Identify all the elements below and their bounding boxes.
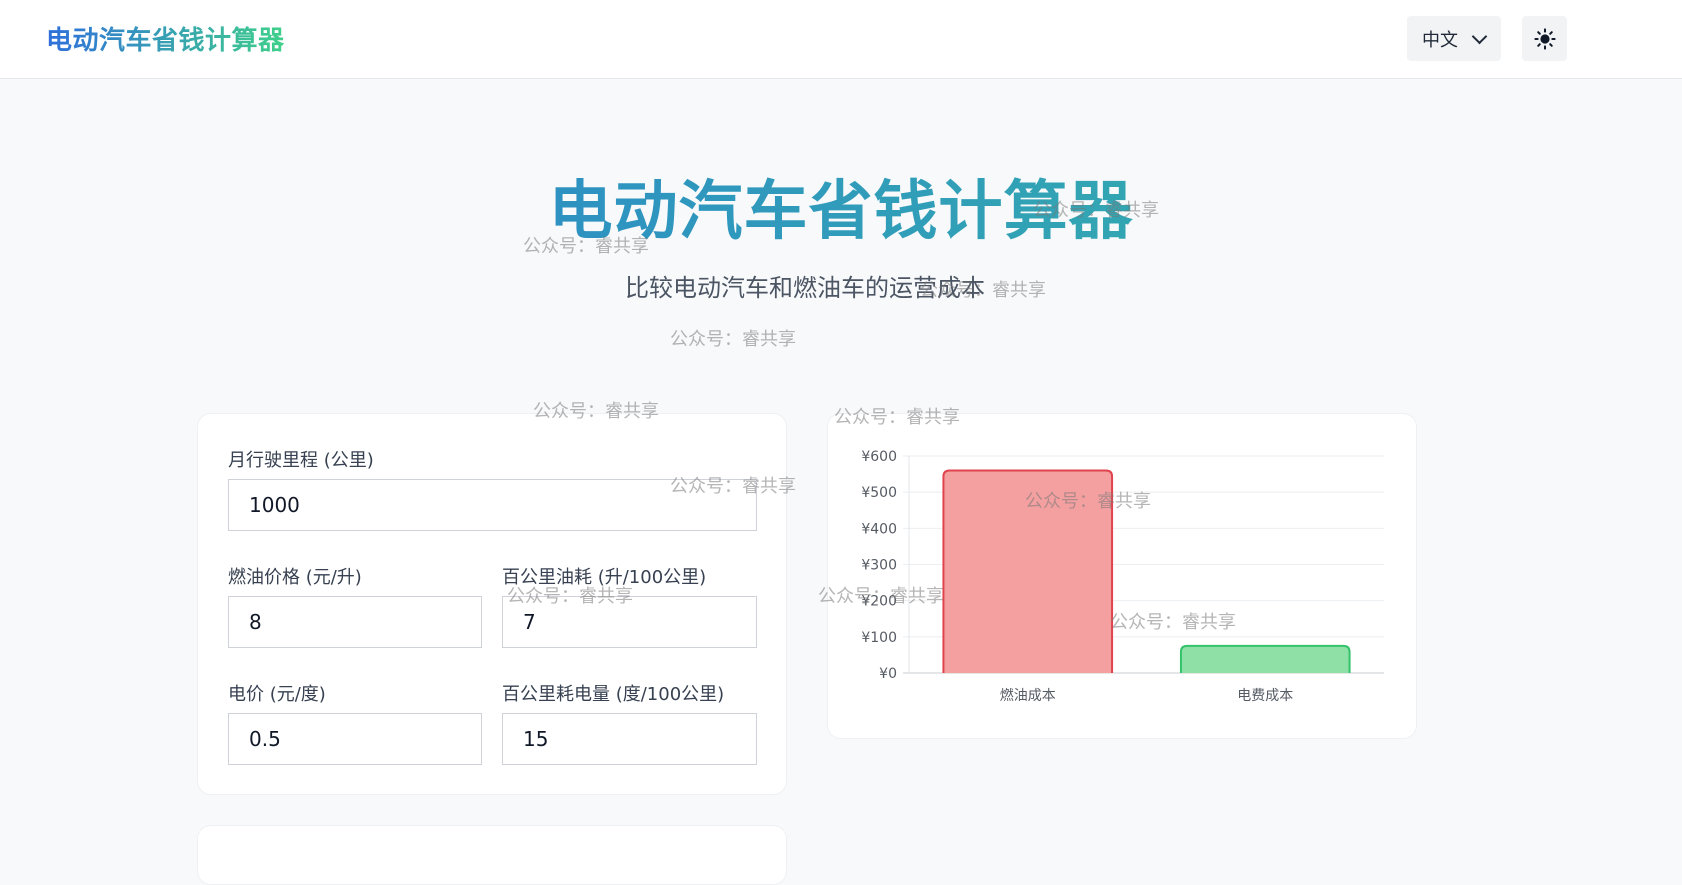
- top-bar: 电动汽车省钱计算器 中文: [0, 0, 1682, 79]
- bar: [1179, 644, 1351, 673]
- monthly-distance-input[interactable]: [228, 479, 757, 531]
- language-select-value: 中文: [1422, 29, 1458, 51]
- watermark: 公众号：睿共享: [670, 329, 796, 350]
- y-tick-label: ¥100: [861, 630, 897, 646]
- electricity-price-label: 电价 (元/度): [228, 684, 326, 705]
- y-tick-label: ¥600: [861, 449, 897, 465]
- chevron-down-icon: [1471, 28, 1488, 45]
- monthly-distance-label: 月行驶里程 (公里): [228, 450, 374, 471]
- fuel-consumption-label: 百公里油耗 (升/100公里): [502, 567, 707, 588]
- fuel-price-input[interactable]: [228, 596, 482, 648]
- language-select[interactable]: 中文: [1407, 16, 1501, 61]
- y-tick-label: ¥200: [861, 594, 897, 610]
- y-tick-label: ¥0: [879, 666, 897, 682]
- power-consumption-input[interactable]: [502, 713, 757, 765]
- y-tick-label: ¥500: [861, 485, 897, 501]
- cost-comparison-chart: ¥0 ¥100 ¥200 ¥300 ¥400 ¥500 ¥600 燃油成本 电费成本: [861, 449, 1384, 704]
- x-tick-label: 燃油成本: [1000, 687, 1056, 704]
- x-tick-label: 电费成本: [1237, 688, 1293, 704]
- page-subtitle: 比较电动汽车和燃油车的运营成本: [625, 274, 985, 302]
- power-consumption-label: 百公里耗电量 (度/100公里): [502, 684, 725, 705]
- fuel-price-label: 燃油价格 (元/升): [228, 567, 362, 588]
- fuel-consumption-input[interactable]: [502, 596, 757, 648]
- bar: [942, 469, 1114, 673]
- page-title: 电动汽车省钱计算器: [0, 172, 1682, 252]
- electricity-price-input[interactable]: [228, 713, 482, 765]
- input-card: 月行驶里程 (公里) 燃油价格 (元/升) 百公里油耗 (升/100公里) 电价…: [197, 413, 787, 795]
- y-tick-label: ¥300: [861, 558, 897, 574]
- y-tick-label: ¥400: [861, 521, 897, 537]
- theme-toggle-button[interactable]: [1522, 16, 1567, 61]
- chart-card: ¥0 ¥100 ¥200 ¥300 ¥400 ¥500 ¥600 燃油成本 电费成本: [827, 413, 1417, 739]
- brand-logo[interactable]: 电动汽车省钱计算器: [46, 20, 285, 57]
- results-card: [197, 825, 787, 885]
- sun-icon: [1533, 27, 1556, 50]
